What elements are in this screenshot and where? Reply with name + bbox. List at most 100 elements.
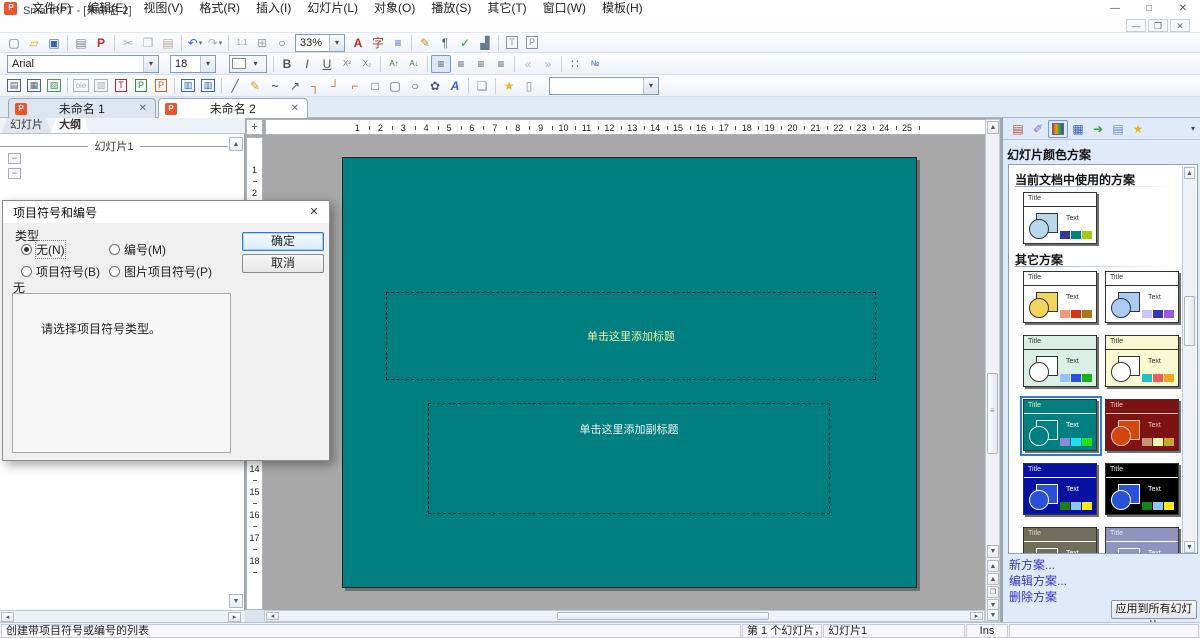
- outline-collapse-button[interactable]: −: [8, 168, 21, 179]
- scrollbar-thumb[interactable]: [987, 373, 998, 454]
- edit-scheme-link[interactable]: 编辑方案...: [1009, 572, 1067, 589]
- font-color-combobox[interactable]: ▾: [229, 55, 267, 73]
- italic-button[interactable]: I: [297, 55, 317, 73]
- decrease-indent-button[interactable]: «: [518, 55, 538, 73]
- scroll-up-button[interactable]: ▲: [1184, 167, 1195, 179]
- spell-check-icon[interactable]: ✓: [455, 34, 475, 52]
- outline-collapse-button[interactable]: −: [8, 153, 21, 164]
- radio-option-2[interactable]: 项目符号(B): [21, 263, 109, 280]
- insert-title-box-icon[interactable]: T: [111, 77, 131, 95]
- color-scheme-thumbnail[interactable]: TitleText: [1105, 399, 1181, 453]
- color-scheme-thumbnail[interactable]: TitleText: [1105, 463, 1181, 517]
- grow-font-button[interactable]: A↑: [384, 55, 404, 73]
- zoom-combobox[interactable]: 33% ▾: [295, 34, 345, 52]
- paragraph-mark-icon[interactable]: ¶: [435, 34, 455, 52]
- scroll-right-button[interactable]: ▸: [228, 612, 241, 622]
- menu-item-10[interactable]: 模板(H): [594, 0, 651, 16]
- radio-button[interactable]: [21, 244, 32, 255]
- connector-elbow2-icon[interactable]: ┘: [325, 77, 345, 95]
- bullets-button[interactable]: ∷: [565, 55, 585, 73]
- tab-slides[interactable]: 幻灯片: [2, 118, 51, 133]
- insert-picture-box-icon[interactable]: P: [151, 77, 171, 95]
- font-name-combobox[interactable]: Arial ▾: [7, 55, 159, 73]
- subscript-button[interactable]: X₂: [357, 55, 377, 73]
- open-folder-icon[interactable]: ▱: [24, 34, 44, 52]
- cut-icon[interactable]: ✂: [118, 34, 138, 52]
- child-close-button[interactable]: ✕: [1170, 19, 1190, 32]
- color-scheme-thumbnail[interactable]: TitleText: [1023, 271, 1099, 325]
- child-restore-button[interactable]: ❐: [1148, 19, 1168, 32]
- pane-nav-color-scheme-icon[interactable]: ▥: [1048, 120, 1068, 138]
- list-format-icon[interactable]: ≡: [388, 34, 408, 52]
- underline-button[interactable]: U: [317, 55, 337, 73]
- outline-horizontal-scrollbar[interactable]: ◂ ▸: [0, 610, 245, 622]
- select-tool-icon[interactable]: ▯: [519, 77, 539, 95]
- horizontal-scrollbar[interactable]: ◂ ▸: [264, 610, 985, 622]
- pane-nav-effects-icon[interactable]: ✐: [1028, 120, 1048, 138]
- radio-button[interactable]: [109, 266, 120, 277]
- connector-curve-icon[interactable]: ⌐: [345, 77, 365, 95]
- scroll-left-button[interactable]: ◂: [266, 612, 279, 620]
- close-icon[interactable]: ✕: [305, 204, 323, 220]
- star-shapes-icon[interactable]: ★: [499, 77, 519, 95]
- radio-button[interactable]: [21, 266, 32, 277]
- chevron-down-icon[interactable]: ▾: [199, 39, 203, 47]
- previous-slide-button[interactable]: ▲: [987, 573, 999, 585]
- rectangle-tool-icon[interactable]: □: [365, 77, 385, 95]
- scroll-down-button[interactable]: ▼: [1184, 541, 1195, 553]
- font-color-icon[interactable]: A: [348, 34, 368, 52]
- scroll-down-button[interactable]: ▼: [987, 545, 999, 558]
- color-scheme-thumbnail[interactable]: TitleText: [1023, 399, 1099, 453]
- minimize-button[interactable]: —: [1098, 0, 1132, 17]
- ellipse-tool-icon[interactable]: ○: [405, 77, 425, 95]
- color-scheme-thumbnail[interactable]: TitleText: [1023, 192, 1099, 246]
- menu-item-0[interactable]: 文件(F): [24, 0, 79, 16]
- pane-nav-template-icon[interactable]: ▤: [1108, 120, 1128, 138]
- task-pane-scrollbar[interactable]: ▲ ▼: [1182, 166, 1196, 554]
- menu-item-4[interactable]: 插入(I): [248, 0, 299, 16]
- font-size-combobox[interactable]: 18 ▾: [170, 55, 216, 73]
- cancel-button[interactable]: 取消: [242, 254, 324, 273]
- numbering-button[interactable]: №: [585, 55, 605, 73]
- scrollbar-thumb[interactable]: [1184, 296, 1195, 346]
- chevron-down-icon[interactable]: ▾: [329, 35, 344, 51]
- menu-item-7[interactable]: 播放(S): [423, 0, 479, 16]
- zoom-region-icon[interactable]: ⊞: [252, 34, 272, 52]
- color-scheme-thumbnail[interactable]: TitleText: [1023, 463, 1099, 517]
- group-icon[interactable]: ❏: [472, 77, 492, 95]
- placeholder-master-icon[interactable]: P: [522, 34, 542, 52]
- menu-item-5[interactable]: 幻灯片(L): [299, 0, 366, 16]
- menu-item-3[interactable]: 格式(R): [191, 0, 248, 16]
- chevron-down-icon[interactable]: ▾: [200, 56, 215, 72]
- copy-icon[interactable]: ❐: [138, 34, 158, 52]
- align-justify-button[interactable]: ≡: [491, 55, 511, 73]
- color-scheme-thumbnail[interactable]: TitleText: [1023, 335, 1099, 389]
- scroll-right-button[interactable]: ▸: [970, 612, 983, 620]
- zoom-actual-icon[interactable]: 1:1: [232, 34, 252, 52]
- bold-button[interactable]: B: [277, 55, 297, 73]
- subtitle-placeholder[interactable]: 单击这里添加副标题: [428, 403, 830, 514]
- insert-textbox-icon[interactable]: ▤: [4, 77, 24, 95]
- close-icon[interactable]: ✕: [137, 103, 149, 114]
- radio-option-0[interactable]: 无(N): [21, 241, 109, 258]
- close-icon[interactable]: ✕: [289, 103, 301, 114]
- slide-number-icon[interactable]: ▥: [198, 77, 218, 95]
- redo-icon[interactable]: ↷▾: [205, 34, 225, 52]
- apply-to-all-slides-button[interactable]: 应用到所有幻灯片: [1111, 600, 1197, 619]
- shape-style-combobox[interactable]: ▾: [549, 77, 659, 95]
- title-master-icon[interactable]: T: [502, 34, 522, 52]
- menu-item-6[interactable]: 对象(O): [366, 0, 423, 16]
- scroll-up-button[interactable]: ▲: [229, 137, 243, 151]
- new-scheme-link[interactable]: 新方案...: [1009, 556, 1055, 573]
- radio-option-3[interactable]: 图片项目符号(P): [109, 263, 212, 280]
- maximize-button[interactable]: □: [1132, 0, 1166, 17]
- vertical-scrollbar[interactable]: ▲ ▼ ▲ ▲ ❐ ▼ ▼: [985, 119, 1000, 622]
- color-scheme-thumbnail[interactable]: TitleText: [1105, 335, 1181, 389]
- radio-option-1[interactable]: 编号(M): [109, 241, 212, 258]
- menu-item-8[interactable]: 其它(T): [479, 0, 534, 16]
- delete-scheme-link[interactable]: 删除方案: [1009, 588, 1057, 605]
- undo-icon[interactable]: ↶▾: [185, 34, 205, 52]
- tab-untitled-1[interactable]: P 未命名 1 ✕: [8, 98, 156, 118]
- chevron-down-icon[interactable]: ▾: [143, 56, 158, 72]
- menu-item-1[interactable]: 编辑(E): [79, 0, 135, 16]
